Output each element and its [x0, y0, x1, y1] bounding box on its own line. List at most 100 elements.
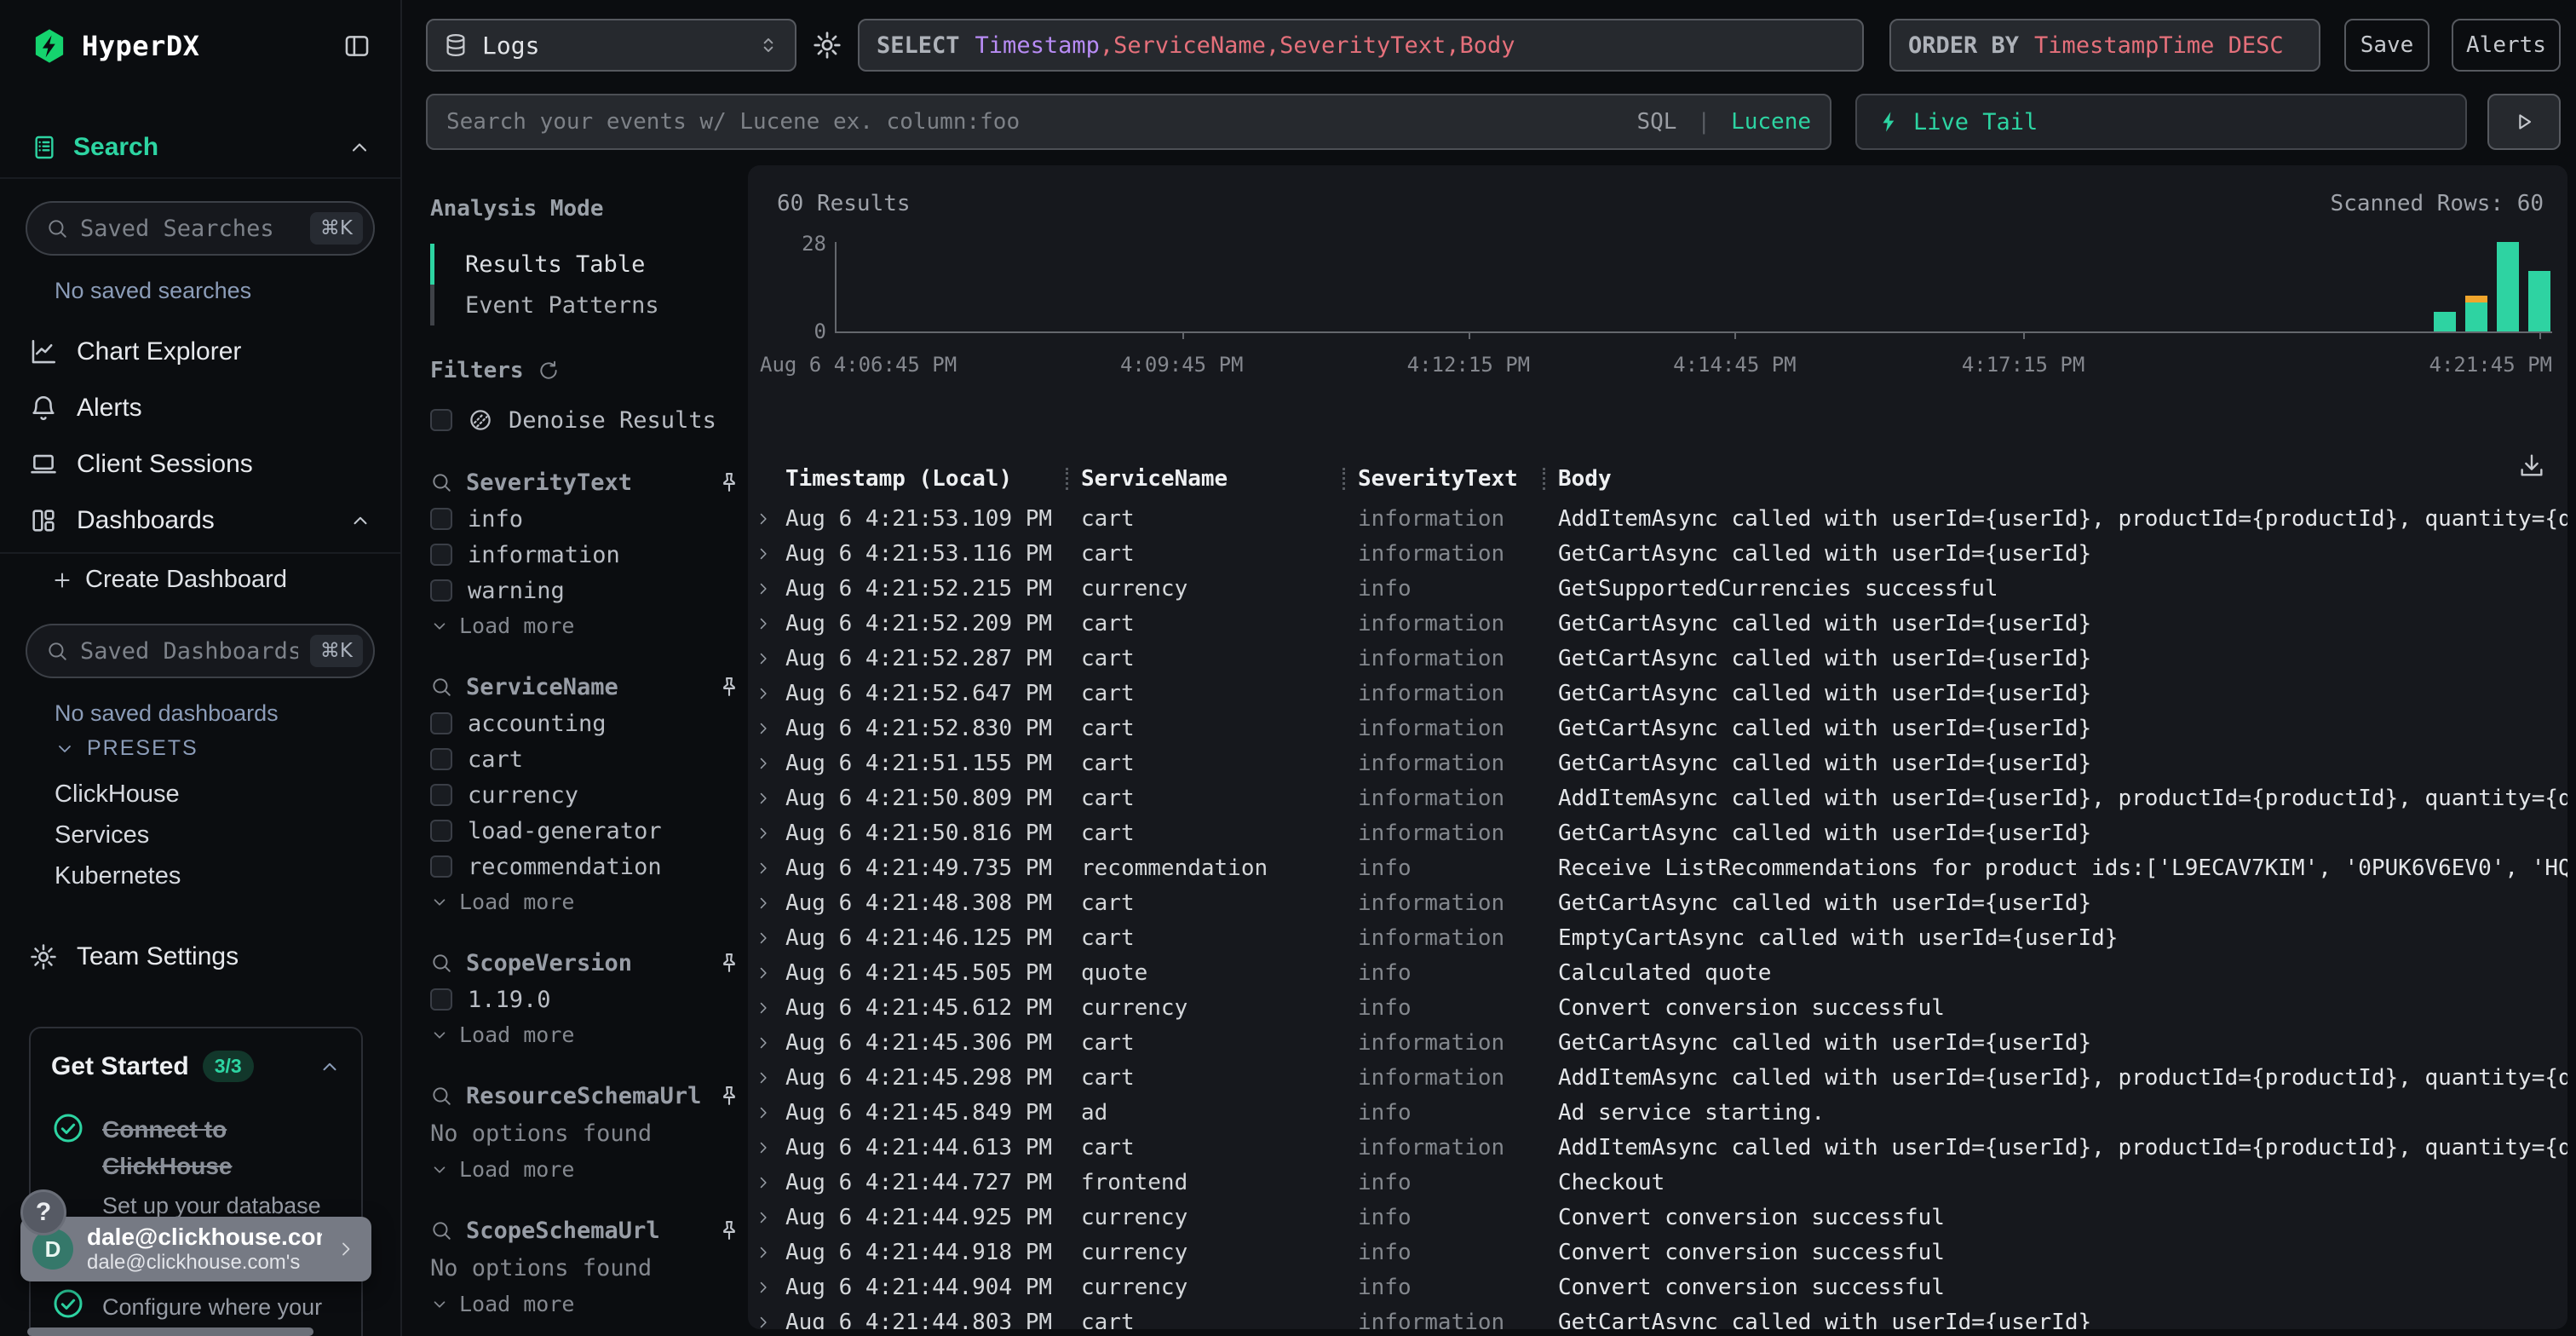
row-expand-caret-icon[interactable] — [755, 1139, 772, 1156]
filter-option-warning[interactable]: warning — [430, 573, 741, 608]
create-dashboard-button[interactable]: Create Dashboard — [51, 566, 287, 594]
saved-dashboards-input[interactable]: Saved Dashboards ⌘K — [26, 624, 375, 678]
live-tail-button[interactable]: Live Tail — [1855, 94, 2467, 150]
column-header-body[interactable]: Body — [1558, 466, 2567, 492]
load-more-button[interactable]: Load more — [430, 884, 741, 918]
sidebar-item-alerts[interactable]: Alerts — [0, 380, 400, 436]
chevron-up-icon[interactable] — [319, 1056, 341, 1078]
chevron-up-icon[interactable] — [348, 135, 371, 159]
row-expand-caret-icon[interactable] — [755, 1104, 772, 1121]
pin-icon[interactable] — [717, 470, 741, 494]
table-row[interactable]: Aug 6 4:21:45.849 PMadinfoAd service sta… — [748, 1095, 2567, 1130]
user-menu-popup[interactable]: D dale@clickhouse.com dale@clickhouse.co… — [20, 1217, 371, 1281]
table-row[interactable]: Aug 6 4:21:51.155 PMcartinformationGetCa… — [748, 746, 2567, 780]
analysis-mode-results-table[interactable]: Results Table — [430, 244, 741, 285]
row-expand-caret-icon[interactable] — [755, 510, 772, 527]
alerts-button[interactable]: Alerts — [2452, 19, 2561, 72]
presets-toggle[interactable]: PRESETS — [55, 736, 198, 761]
filter-option-accounting[interactable]: accounting — [430, 705, 741, 741]
table-row[interactable]: Aug 6 4:21:45.505 PMquoteinfoCalculated … — [748, 955, 2567, 990]
row-expand-caret-icon[interactable] — [755, 930, 772, 947]
order-by-input[interactable]: ORDER BY TimestampTime DESC — [1889, 19, 2320, 72]
preset-clickhouse[interactable]: ClickHouse — [55, 774, 375, 815]
search-icon[interactable] — [430, 952, 452, 974]
pin-icon[interactable] — [717, 675, 741, 699]
scrollbar-thumb[interactable] — [27, 1327, 313, 1336]
table-row[interactable]: Aug 6 4:21:50.816 PMcartinformationGetCa… — [748, 815, 2567, 850]
checkbox[interactable] — [430, 784, 452, 806]
search-icon[interactable] — [430, 676, 452, 698]
get-started-header[interactable]: Get Started 3/3 — [51, 1051, 341, 1082]
load-more-button[interactable]: Load more — [430, 608, 741, 642]
filter-option-currency[interactable]: currency — [430, 777, 741, 813]
table-row[interactable]: Aug 6 4:21:44.925 PMcurrencyinfoConvert … — [748, 1200, 2567, 1235]
source-select[interactable]: Logs — [426, 19, 796, 72]
row-expand-caret-icon[interactable] — [755, 825, 772, 842]
checkbox[interactable] — [430, 409, 452, 431]
checkbox[interactable] — [430, 544, 452, 566]
save-button[interactable]: Save — [2344, 19, 2429, 72]
table-row[interactable]: Aug 6 4:21:53.116 PMcartinformationGetCa… — [748, 536, 2567, 571]
filter-option-cart[interactable]: cart — [430, 741, 741, 777]
table-row[interactable]: Aug 6 4:21:44.803 PMcartinformationGetCa… — [748, 1304, 2567, 1329]
table-row[interactable]: Aug 6 4:21:52.830 PMcartinformationGetCa… — [748, 711, 2567, 746]
row-expand-caret-icon[interactable] — [755, 1244, 772, 1261]
table-row[interactable]: Aug 6 4:21:52.209 PMcartinformationGetCa… — [748, 606, 2567, 641]
table-row[interactable]: Aug 6 4:21:52.647 PMcartinformationGetCa… — [748, 676, 2567, 711]
analysis-mode-event-patterns[interactable]: Event Patterns — [430, 285, 741, 325]
column-header-timestamp-local-[interactable]: Timestamp (Local) — [785, 466, 1081, 492]
table-row[interactable]: Aug 6 4:21:44.918 PMcurrencyinfoConvert … — [748, 1235, 2567, 1270]
row-expand-caret-icon[interactable] — [755, 895, 772, 912]
row-expand-caret-icon[interactable] — [755, 685, 772, 702]
row-expand-caret-icon[interactable] — [755, 999, 772, 1016]
table-row[interactable]: Aug 6 4:21:44.727 PMfrontendinfoCheckout — [748, 1165, 2567, 1200]
table-row[interactable]: Aug 6 4:21:45.298 PMcartinformationAddIt… — [748, 1060, 2567, 1095]
refresh-filters-icon[interactable] — [538, 360, 560, 382]
row-expand-caret-icon[interactable] — [755, 650, 772, 667]
row-expand-caret-icon[interactable] — [755, 790, 772, 807]
filter-option-recommendation[interactable]: recommendation — [430, 849, 741, 884]
preset-kubernetes[interactable]: Kubernetes — [55, 855, 375, 896]
row-expand-caret-icon[interactable] — [755, 1069, 772, 1086]
pin-icon[interactable] — [717, 1218, 741, 1242]
row-expand-caret-icon[interactable] — [755, 1314, 772, 1330]
table-row[interactable]: Aug 6 4:21:44.613 PMcartinformationAddIt… — [748, 1130, 2567, 1165]
table-row[interactable]: Aug 6 4:21:52.287 PMcartinformationGetCa… — [748, 641, 2567, 676]
search-icon[interactable] — [430, 1085, 452, 1107]
table-row[interactable]: Aug 6 4:21:53.109 PMcartinformationAddIt… — [748, 501, 2567, 536]
row-expand-caret-icon[interactable] — [755, 615, 772, 632]
load-more-button[interactable]: Load more — [430, 1152, 741, 1186]
column-header-severitytext[interactable]: SeverityText — [1358, 466, 1558, 492]
filter-option-information[interactable]: information — [430, 537, 741, 573]
preset-services[interactable]: Services — [55, 815, 375, 855]
column-header-servicename[interactable]: ServiceName — [1081, 466, 1358, 492]
row-expand-caret-icon[interactable] — [755, 965, 772, 982]
row-expand-caret-icon[interactable] — [755, 545, 772, 562]
filter-option-info[interactable]: info — [430, 501, 741, 537]
chevron-up-icon[interactable] — [349, 510, 371, 532]
checkbox[interactable] — [430, 508, 452, 530]
denoise-results-checkbox[interactable]: Denoise Results — [430, 402, 741, 438]
checkbox[interactable] — [430, 820, 452, 842]
row-expand-caret-icon[interactable] — [755, 1209, 772, 1226]
table-row[interactable]: Aug 6 4:21:45.612 PMcurrencyinfoConvert … — [748, 990, 2567, 1025]
pin-icon[interactable] — [717, 951, 741, 975]
sidebar-item-client-sessions[interactable]: Client Sessions — [0, 436, 400, 492]
saved-searches-input[interactable]: Saved Searches ⌘K — [26, 201, 375, 256]
checkbox[interactable] — [430, 579, 452, 602]
sidebar-item-dashboards[interactable]: Dashboards — [0, 492, 400, 549]
row-expand-caret-icon[interactable] — [755, 720, 772, 737]
row-expand-caret-icon[interactable] — [755, 755, 772, 772]
table-row[interactable]: Aug 6 4:21:50.809 PMcartinformationAddIt… — [748, 780, 2567, 815]
sidebar-item-team-settings[interactable]: Team Settings — [29, 942, 239, 971]
row-expand-caret-icon[interactable] — [755, 1279, 772, 1296]
pin-icon[interactable] — [717, 1084, 741, 1108]
table-row[interactable]: Aug 6 4:21:45.306 PMcartinformationGetCa… — [748, 1025, 2567, 1060]
search-icon[interactable] — [430, 1219, 452, 1241]
search-icon[interactable] — [430, 471, 452, 493]
sidebar-item-chart-explorer[interactable]: Chart Explorer — [0, 324, 400, 380]
table-row[interactable]: Aug 6 4:21:49.735 PMrecommendationinfoRe… — [748, 850, 2567, 885]
row-expand-caret-icon[interactable] — [755, 580, 772, 597]
run-query-button[interactable] — [2487, 94, 2561, 150]
checkbox[interactable] — [430, 855, 452, 878]
